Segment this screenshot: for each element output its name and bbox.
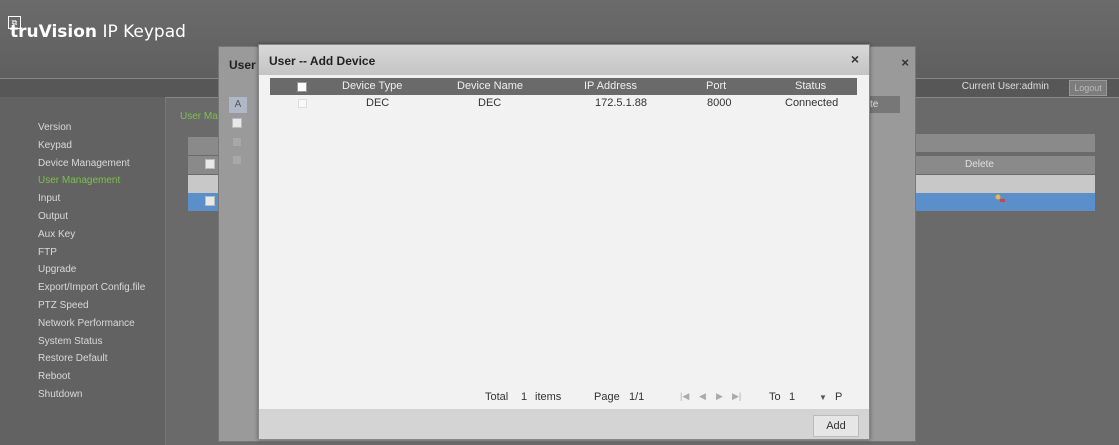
logout-button[interactable]: Logout: [1069, 80, 1107, 96]
current-user-label: Current User:admin: [961, 81, 1049, 92]
close-icon[interactable]: ×: [851, 51, 859, 67]
product-name: IP Keypad: [102, 22, 186, 42]
first-page-icon[interactable]: |◀: [680, 391, 689, 402]
pager-total-label: Total: [485, 391, 509, 403]
background-delete-button[interactable]: te: [868, 96, 900, 113]
pager-page-value: 1/1: [629, 391, 645, 403]
user-dialog-row-checkbox[interactable]: [232, 137, 242, 147]
cell-status: Connected: [785, 97, 839, 109]
next-page-icon[interactable]: ▶: [716, 391, 723, 402]
background-toolbar-right: [910, 134, 1095, 152]
brand-name: truVision: [10, 22, 98, 42]
pager-to-label: To: [769, 391, 781, 403]
column-header-port[interactable]: Port: [706, 80, 726, 92]
sidebar-item-system-status[interactable]: System Status: [38, 336, 102, 347]
close-icon[interactable]: ×: [901, 55, 909, 70]
sidebar-item-ptz-speed[interactable]: PTZ Speed: [38, 300, 89, 311]
user-dialog-title: User: [229, 58, 256, 72]
column-header-status[interactable]: Status: [795, 80, 826, 92]
delete-user-icon[interactable]: [995, 194, 1005, 203]
pager-to-value[interactable]: 1: [789, 391, 795, 409]
background-header-right: [910, 156, 1095, 174]
select-all-checkbox[interactable]: [297, 82, 307, 92]
sidebar-item-user-management[interactable]: User Management: [38, 175, 120, 186]
app-logo: ⧉ truVision IP Keypad: [8, 16, 186, 42]
sidebar-item-restore-default[interactable]: Restore Default: [38, 353, 107, 364]
last-page-icon[interactable]: ▶|: [732, 391, 741, 402]
cell-device-type: DEC: [366, 97, 390, 109]
add-device-dialog: User -- Add Device × Device Type Device …: [258, 44, 870, 440]
pager-p-label: P: [835, 391, 843, 403]
pager-page-label: Page: [594, 391, 620, 403]
add-device-dialog-title: User -- Add Device: [269, 54, 376, 68]
background-section-label: User Ma: [180, 111, 218, 122]
table-row[interactable]: DEC DEC 172.5.1.88 8000 Connected: [270, 95, 857, 112]
sidebar-item-aux-key[interactable]: Aux Key: [38, 229, 75, 240]
cell-port: 8000: [707, 97, 732, 109]
background-select-all-checkbox[interactable]: [205, 159, 215, 169]
column-header-device-type[interactable]: Device Type: [342, 80, 402, 92]
user-dialog-row-checkbox[interactable]: [232, 155, 242, 165]
column-header-ip-address[interactable]: IP Address: [584, 80, 637, 92]
row-checkbox[interactable]: [298, 99, 307, 108]
add-device-dialog-footer: Add: [259, 409, 869, 439]
chevron-down-icon[interactable]: ▼: [819, 393, 827, 402]
cell-ip-address: 172.5.1.88: [595, 97, 647, 109]
user-dialog-add-button[interactable]: A: [229, 97, 247, 113]
sidebar-item-network-performance[interactable]: Network Performance: [38, 318, 135, 329]
sidebar-item-keypad[interactable]: Keypad: [38, 140, 72, 151]
sidebar-item-shutdown[interactable]: Shutdown: [38, 389, 82, 400]
background-row-checkbox[interactable]: [205, 196, 215, 206]
sidebar-item-device-management[interactable]: Device Management: [38, 158, 130, 169]
sidebar-item-upgrade[interactable]: Upgrade: [38, 264, 76, 275]
sidebar: [0, 97, 166, 445]
add-device-dialog-titlebar: User -- Add Device ×: [259, 45, 869, 75]
sidebar-item-export-import-config-file[interactable]: Export/Import Config.file: [38, 282, 145, 293]
sidebar-item-ftp[interactable]: FTP: [38, 247, 57, 258]
pager-items-label: items: [535, 391, 562, 403]
cell-device-name: DEC: [478, 97, 502, 109]
user-dialog-select-all-checkbox[interactable]: [232, 118, 242, 128]
pager-total-count: 1: [521, 391, 528, 403]
delete-column-header: Delete: [965, 159, 994, 170]
sidebar-item-input[interactable]: Input: [38, 193, 60, 204]
logo-icon: ⧉: [8, 16, 21, 29]
sidebar-item-reboot[interactable]: Reboot: [38, 371, 70, 382]
background-row-right: [910, 175, 1095, 193]
column-header-device-name[interactable]: Device Name: [457, 80, 523, 92]
add-button[interactable]: Add: [813, 415, 859, 437]
sidebar-item-output[interactable]: Output: [38, 211, 68, 222]
previous-page-icon[interactable]: ◀: [699, 391, 706, 402]
sidebar-item-version[interactable]: Version: [38, 122, 71, 133]
device-table-header: Device Type Device Name IP Address Port …: [270, 78, 857, 95]
